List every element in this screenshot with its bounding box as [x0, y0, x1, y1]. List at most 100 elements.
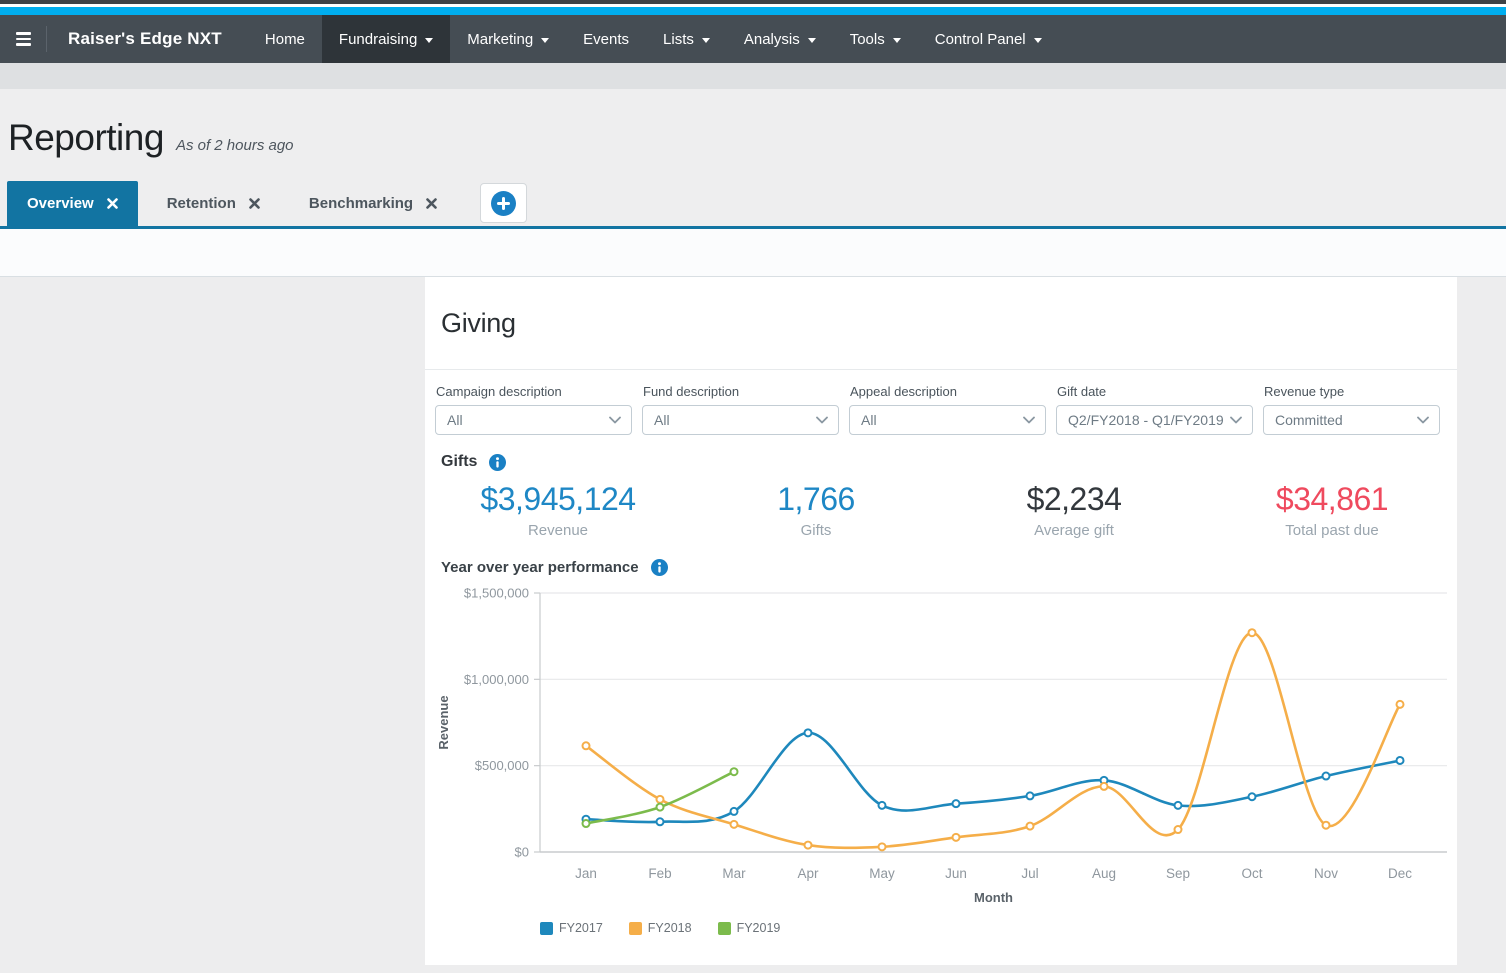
- section-divider: [425, 369, 1457, 370]
- plus-icon: [491, 191, 516, 216]
- brand-accent-strip: [0, 7, 1506, 15]
- legend-swatch-fy2017: [540, 922, 553, 935]
- top-navbar: Raiser's Edge NXT Home Fundraising Marke…: [0, 15, 1506, 63]
- hamburger-menu-button[interactable]: [0, 15, 46, 63]
- filter-label: Revenue type: [1264, 384, 1440, 399]
- svg-text:Jun: Jun: [945, 866, 967, 881]
- stat-total-past-due: $34,861 Total past due: [1207, 479, 1457, 539]
- svg-text:Month: Month: [974, 890, 1013, 905]
- nav-item-marketing[interactable]: Marketing: [450, 15, 566, 63]
- svg-text:Sep: Sep: [1166, 866, 1190, 881]
- giving-panel: Giving Campaign description All Fund des…: [425, 277, 1457, 965]
- chevron-down-icon: [808, 38, 816, 43]
- stat-gifts-value[interactable]: 1,766: [691, 479, 941, 519]
- close-icon[interactable]: [249, 198, 260, 209]
- chevron-down-icon: [609, 416, 621, 424]
- section-title-giving: Giving: [441, 305, 1457, 341]
- nav-item-lists[interactable]: Lists: [646, 15, 727, 63]
- stat-average-gift-label: Average gift: [949, 522, 1199, 539]
- svg-text:Nov: Nov: [1314, 866, 1338, 881]
- legend-swatch-fy2019: [718, 922, 731, 935]
- filter-label: Gift date: [1057, 384, 1253, 399]
- app-brand[interactable]: Raiser's Edge NXT: [47, 15, 248, 63]
- nav-item-tools[interactable]: Tools: [833, 15, 918, 63]
- sub-nav-band: [0, 63, 1506, 89]
- reporting-page: Raiser's Edge NXT Home Fundraising Marke…: [0, 0, 1506, 973]
- svg-text:$1,500,000: $1,500,000: [464, 586, 529, 601]
- chevron-down-icon: [893, 38, 901, 43]
- chevron-down-icon: [702, 38, 710, 43]
- nav-item-fundraising[interactable]: Fundraising: [322, 15, 450, 63]
- filter-label: Fund description: [643, 384, 839, 399]
- kpi-stats-row: $3,945,124 Revenue 1,766 Gifts $2,234 Av…: [425, 479, 1457, 539]
- gift-date-select[interactable]: Q2/FY2018 - Q1/FY2019: [1056, 405, 1253, 435]
- report-tabbar: Overview Retention Benchmarking: [0, 181, 1506, 226]
- nav-item-analysis[interactable]: Analysis: [727, 15, 833, 63]
- fund-description-select[interactable]: All: [642, 405, 839, 435]
- hamburger-icon: [16, 32, 31, 46]
- add-tab-button[interactable]: [480, 183, 527, 223]
- nav-item-events[interactable]: Events: [566, 15, 646, 63]
- last-refreshed-text: As of 2 hours ago: [176, 137, 294, 154]
- svg-text:Jul: Jul: [1021, 866, 1038, 881]
- filter-revenue-type: Revenue type Committed: [1263, 384, 1440, 435]
- info-icon[interactable]: [489, 454, 506, 471]
- legend-item-fy2017[interactable]: FY2017: [540, 921, 603, 935]
- stat-total-past-due-value[interactable]: $34,861: [1207, 479, 1457, 519]
- stat-average-gift: $2,234 Average gift: [949, 479, 1199, 539]
- info-icon[interactable]: [651, 559, 668, 576]
- svg-text:Feb: Feb: [648, 866, 671, 881]
- tab-benchmarking[interactable]: Benchmarking: [289, 181, 457, 226]
- nav-item-control-panel[interactable]: Control Panel: [918, 15, 1059, 63]
- stat-revenue-value[interactable]: $3,945,124: [433, 479, 683, 519]
- filter-label: Campaign description: [436, 384, 632, 399]
- yoy-line-chart: $0 $500,000 $1,000,000 $1,500,000 Jan Feb Mar A…: [435, 580, 1450, 915]
- nav-menu: Home Fundraising Marketing Events Lists …: [248, 15, 1059, 63]
- chart-legend: FY2017 FY2018 FY2019: [540, 921, 1457, 935]
- toolbar-band: [0, 229, 1506, 277]
- campaign-description-select[interactable]: All: [435, 405, 632, 435]
- svg-text:May: May: [869, 866, 895, 881]
- tab-overview[interactable]: Overview: [7, 181, 138, 226]
- legend-swatch-fy2018: [629, 922, 642, 935]
- filter-row: Campaign description All Fund descriptio…: [435, 384, 1457, 435]
- svg-text:$1,000,000: $1,000,000: [464, 672, 529, 687]
- chevron-down-icon: [541, 38, 549, 43]
- stat-revenue: $3,945,124 Revenue: [433, 479, 683, 539]
- svg-text:Jan: Jan: [575, 866, 597, 881]
- revenue-type-select[interactable]: Committed: [1263, 405, 1440, 435]
- filter-campaign-description: Campaign description All: [435, 384, 632, 435]
- legend-item-fy2019[interactable]: FY2019: [718, 921, 781, 935]
- page-header: Reporting As of 2 hours ago Overview Ret…: [0, 89, 1506, 229]
- content-area: Giving Campaign description All Fund des…: [0, 277, 1506, 965]
- tab-retention[interactable]: Retention: [147, 181, 280, 226]
- close-icon[interactable]: [426, 198, 437, 209]
- chevron-down-icon: [425, 38, 433, 43]
- page-title: Reporting: [8, 117, 164, 159]
- stat-revenue-label: Revenue: [433, 522, 683, 539]
- chevron-down-icon: [1230, 416, 1242, 424]
- svg-text:Oct: Oct: [1241, 866, 1262, 881]
- appeal-description-select[interactable]: All: [849, 405, 1046, 435]
- stat-total-past-due-label: Total past due: [1207, 522, 1457, 539]
- filter-label: Appeal description: [850, 384, 1046, 399]
- filter-appeal-description: Appeal description All: [849, 384, 1046, 435]
- gifts-heading: Gifts: [441, 453, 477, 471]
- svg-text:Aug: Aug: [1092, 866, 1116, 881]
- chevron-down-icon: [1034, 38, 1042, 43]
- svg-text:$500,000: $500,000: [475, 758, 529, 773]
- legend-item-fy2018[interactable]: FY2018: [629, 921, 692, 935]
- svg-text:$0: $0: [515, 845, 529, 860]
- close-icon[interactable]: [107, 198, 118, 209]
- filter-gift-date: Gift date Q2/FY2018 - Q1/FY2019: [1056, 384, 1253, 435]
- stat-gifts-label: Gifts: [691, 522, 941, 539]
- svg-text:Revenue: Revenue: [436, 695, 451, 749]
- stat-average-gift-value: $2,234: [949, 479, 1199, 519]
- chevron-down-icon: [1023, 416, 1035, 424]
- svg-text:Mar: Mar: [722, 866, 746, 881]
- chevron-down-icon: [816, 416, 828, 424]
- nav-item-home[interactable]: Home: [248, 15, 322, 63]
- chevron-down-icon: [1417, 416, 1429, 424]
- filter-fund-description: Fund description All: [642, 384, 839, 435]
- stat-gifts: 1,766 Gifts: [691, 479, 941, 539]
